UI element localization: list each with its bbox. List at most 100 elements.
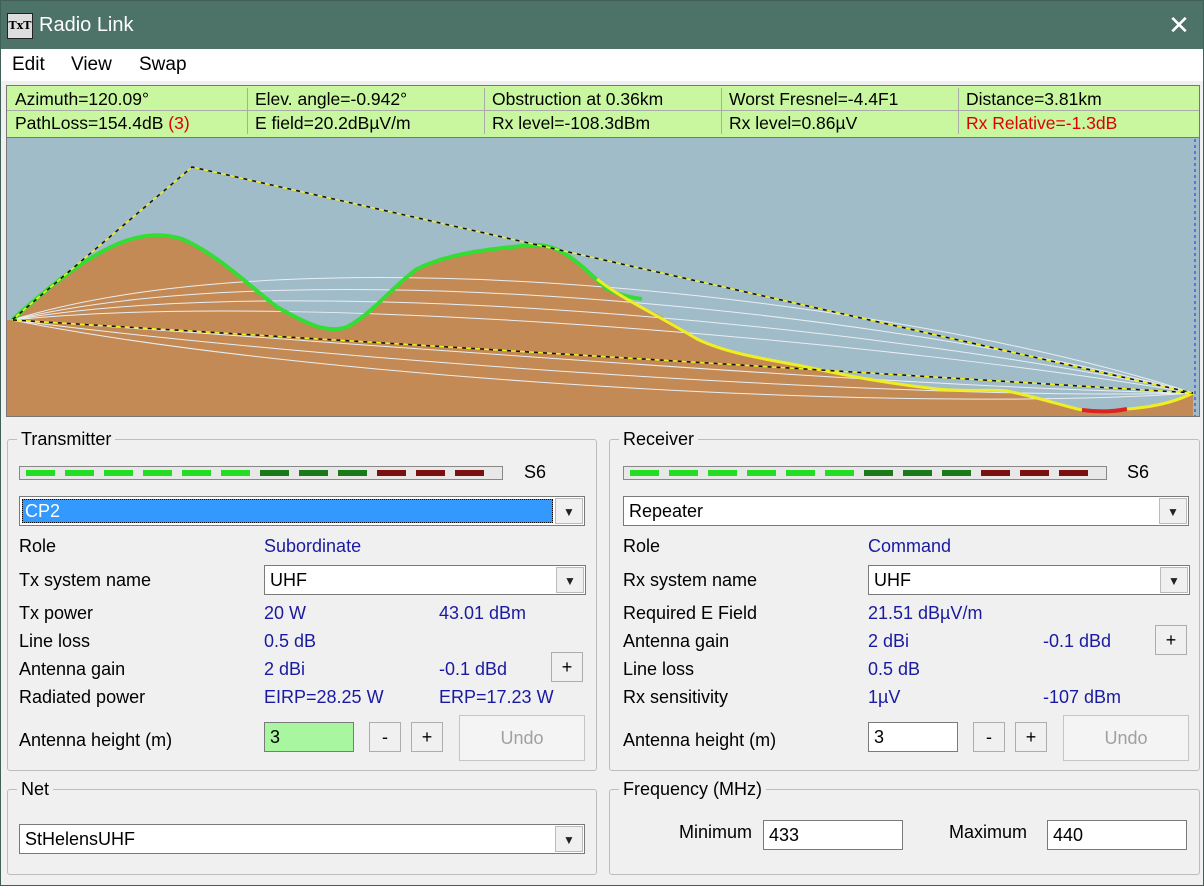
tx-undo-button[interactable]: Undo: [459, 715, 585, 761]
rx-relative-readout: Rx Relative=-1.3dB: [966, 113, 1118, 133]
rx-unit-value: Repeater: [629, 501, 704, 521]
tx-role-value: Subordinate: [264, 536, 362, 556]
meter-segment: [143, 470, 172, 476]
tx-height-minus-button[interactable]: -: [369, 722, 401, 752]
tx-power-w: 20 W: [264, 603, 307, 623]
menu-view[interactable]: View: [71, 54, 112, 76]
pathloss-note: (3): [168, 113, 190, 133]
meter-segment: [182, 470, 211, 476]
receiver-group-label: Receiver: [619, 429, 699, 450]
meter-segment: [981, 470, 1010, 476]
tx-radiated-label: Radiated power: [19, 687, 146, 707]
meter-segment: [903, 470, 932, 476]
tx-eirp: EIRP=28.25 W: [264, 687, 384, 707]
rx-line-loss-value: 0.5 dB: [868, 659, 921, 679]
chevron-down-icon[interactable]: ▼: [555, 498, 583, 524]
chevron-down-icon[interactable]: ▼: [555, 826, 583, 852]
net-select[interactable]: StHelensUHF ▼: [19, 824, 585, 854]
freq-max-label: Maximum: [949, 822, 1028, 842]
rx-gain-dbd: -0.1 dBd: [1043, 631, 1112, 651]
rx-height-plus-button[interactable]: +: [1015, 722, 1047, 752]
rx-level-uv-readout: Rx level=0.86µV: [729, 113, 858, 133]
efield-readout: E field=20.2dBµV/m: [255, 113, 411, 133]
tx-unit-highlight: [22, 499, 553, 523]
window-title: Radio Link: [39, 14, 134, 36]
meter-segment: [630, 470, 659, 476]
rx-role-label: Role: [623, 536, 661, 556]
meter-segment: [221, 470, 250, 476]
meter-segment: [825, 470, 854, 476]
freq-min-label: Minimum: [679, 822, 753, 842]
chevron-down-icon[interactable]: ▼: [1160, 567, 1188, 593]
fresnel-readout: Worst Fresnel=-4.4F1: [729, 89, 899, 109]
distance-readout: Distance=3.81km: [966, 89, 1102, 109]
meter-segment: [104, 470, 133, 476]
rx-unit-select[interactable]: Repeater ▼: [623, 496, 1189, 526]
rx-height-label: Antenna height (m): [623, 730, 777, 750]
rx-gain-plus-button[interactable]: +: [1155, 625, 1187, 655]
profile-plot: Azimuth=120.09° Elev. angle=-0.942° Obst…: [6, 85, 1200, 417]
transmitter-group-label: Transmitter: [17, 429, 116, 450]
meter-segment: [416, 470, 445, 476]
rx-gain-dbi: 2 dBi: [868, 631, 910, 651]
menu-swap[interactable]: Swap: [139, 54, 187, 76]
tx-unit-select[interactable]: CP2 ▼: [19, 496, 585, 526]
tx-system-select[interactable]: UHF ▼: [264, 565, 586, 595]
tx-gain-plus-button[interactable]: +: [551, 652, 583, 682]
rx-height-input[interactable]: 3: [868, 722, 958, 752]
meter-segment: [338, 470, 367, 476]
close-icon[interactable]: ✕: [1161, 7, 1197, 43]
tx-line-loss-label: Line loss: [19, 631, 91, 651]
rx-level-dbm-readout: Rx level=-108.3dBm: [492, 113, 651, 133]
rx-sens-uv: 1µV: [868, 687, 901, 707]
pathloss-readout: PathLoss=154.4dB (3): [15, 113, 190, 133]
rx-role-value: Command: [868, 536, 952, 556]
rx-undo-button[interactable]: Undo: [1063, 715, 1189, 761]
meter-segment: [864, 470, 893, 476]
tx-gain-label: Antenna gain: [19, 659, 126, 679]
tx-signal-meter: [19, 466, 503, 480]
menu-edit[interactable]: Edit: [12, 54, 45, 76]
title-bar: TxT Radio Link ✕: [1, 1, 1203, 49]
freq-max-input[interactable]: 440: [1047, 820, 1187, 850]
tx-power-dbm: 43.01 dBm: [439, 603, 527, 623]
tx-role-label: Role: [19, 536, 57, 556]
rx-system-label: Rx system name: [623, 570, 758, 590]
tx-unit-value: CP2: [25, 501, 61, 521]
meter-segment: [455, 470, 484, 476]
meter-segment: [377, 470, 406, 476]
info-divider: [484, 88, 485, 134]
rx-height-minus-button[interactable]: -: [973, 722, 1005, 752]
chevron-down-icon[interactable]: ▼: [556, 567, 584, 593]
rx-line-loss-label: Line loss: [623, 659, 695, 679]
rx-system-select[interactable]: UHF ▼: [868, 565, 1190, 595]
meter-segment: [299, 470, 328, 476]
tx-system-label: Tx system name: [19, 570, 152, 590]
tx-height-plus-button[interactable]: +: [411, 722, 443, 752]
meter-segment: [1059, 470, 1088, 476]
meter-segment: [260, 470, 289, 476]
tx-meter-label: S6: [524, 462, 547, 482]
meter-segment: [26, 470, 55, 476]
tx-power-label: Tx power: [19, 603, 94, 623]
app-icon: TxT: [7, 13, 33, 39]
tx-gain-dbd: -0.1 dBd: [439, 659, 508, 679]
chevron-down-icon[interactable]: ▼: [1159, 498, 1187, 524]
rx-gain-label: Antenna gain: [623, 631, 730, 651]
obstruction-readout: Obstruction at 0.36km: [492, 89, 664, 109]
tx-height-input[interactable]: 3: [264, 722, 354, 752]
azimuth-readout: Azimuth=120.09°: [15, 89, 149, 109]
meter-segment: [942, 470, 971, 476]
freq-min-input[interactable]: 433: [763, 820, 903, 850]
link-info-bar: Azimuth=120.09° Elev. angle=-0.942° Obst…: [7, 86, 1199, 138]
meter-segment: [786, 470, 815, 476]
rx-system-value: UHF: [874, 570, 911, 590]
tx-line-loss-value: 0.5 dB: [264, 631, 317, 651]
meter-segment: [669, 470, 698, 476]
tx-system-value: UHF: [270, 570, 307, 590]
info-divider: [247, 88, 248, 134]
rx-efield-label: Required E Field: [623, 603, 758, 623]
tx-height-label: Antenna height (m): [19, 730, 173, 750]
info-divider: [7, 110, 1199, 111]
terrain-profile-chart: [7, 139, 1199, 416]
